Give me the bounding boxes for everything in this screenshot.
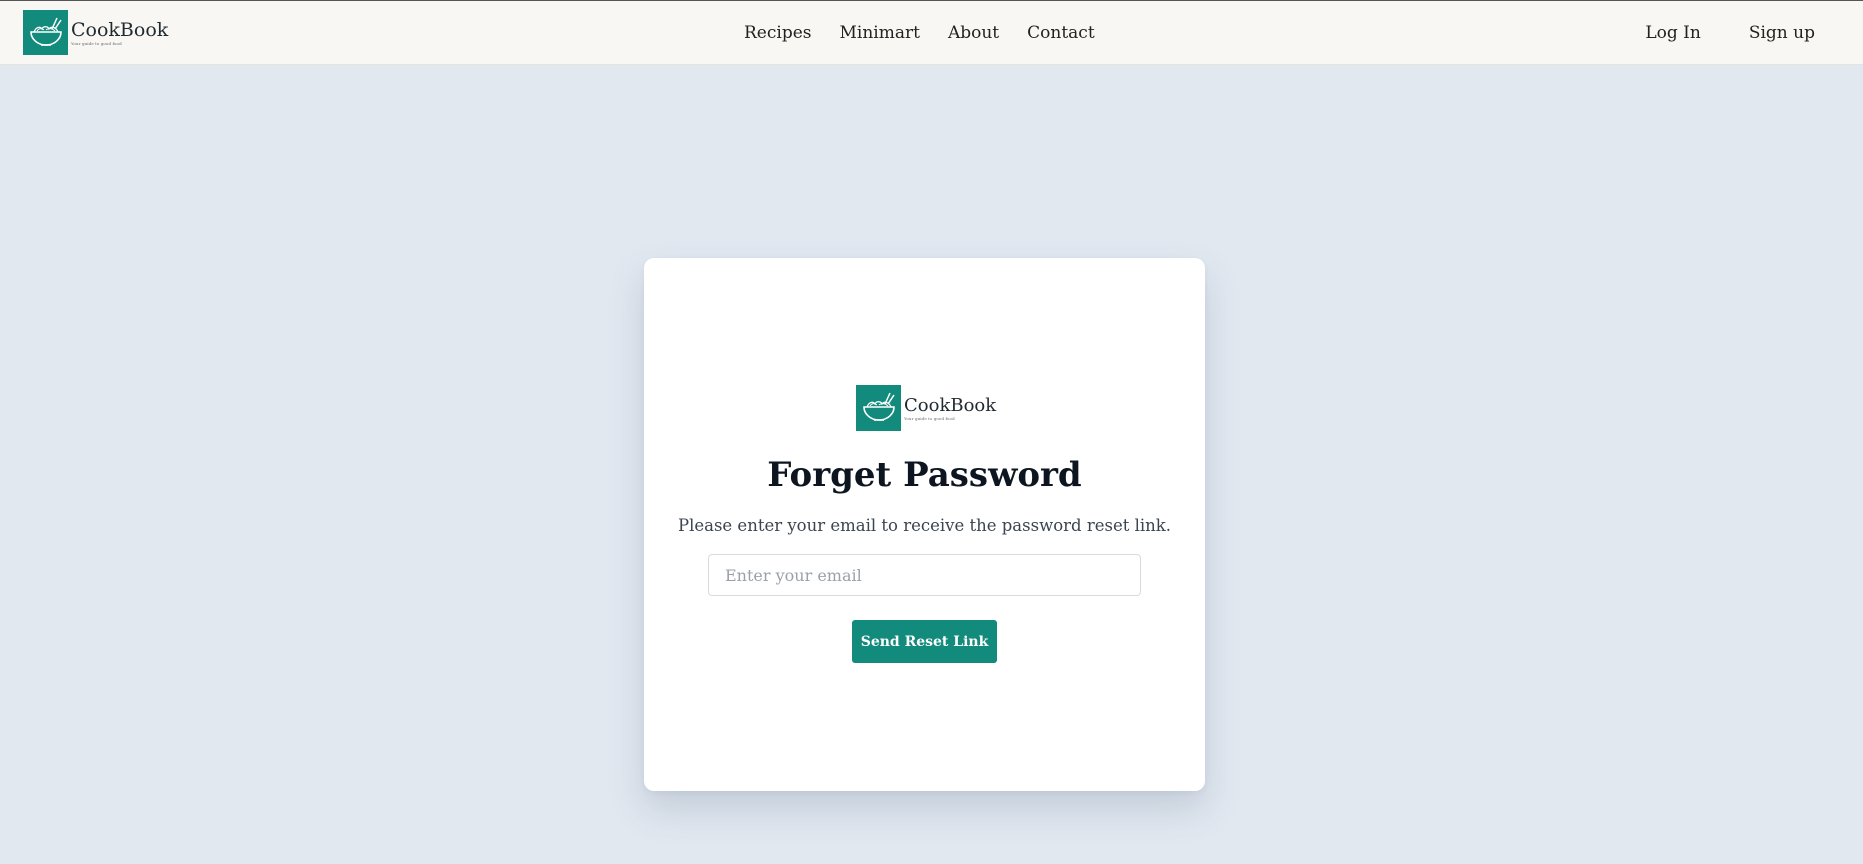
login-link[interactable]: Log In [1645,23,1700,43]
bowl-with-chopsticks-icon [23,10,68,55]
nav-link-about[interactable]: About [948,23,999,43]
main-nav: Recipes Minimart About Contact [744,23,1095,43]
nav-link-contact[interactable]: Contact [1027,23,1095,43]
nav-link-minimart[interactable]: Minimart [840,23,920,43]
bowl-with-chopsticks-icon [856,385,901,431]
brand-name: CookBook [71,19,169,41]
signup-link[interactable]: Sign up [1749,23,1815,43]
email-input[interactable] [708,554,1141,596]
send-reset-link-button[interactable]: Send Reset Link [852,620,997,663]
card-brand-name: CookBook [904,395,997,416]
brand-tagline: Your guide to good food [71,40,122,46]
top-navbar: CookBook Your guide to good food Recipes… [0,0,1863,65]
instructions-text: Please enter your email to receive the p… [677,516,1172,535]
forget-password-card: CookBook Your guide to good food Forget … [644,258,1205,791]
nav-link-recipes[interactable]: Recipes [744,23,812,43]
page-title: Forget Password [767,455,1082,495]
card-brand-logo: CookBook Your guide to good food [856,385,996,431]
brand-logo-link[interactable]: CookBook Your guide to good food [23,10,168,55]
auth-links: Log In Sign up [1645,23,1815,43]
card-brand-tagline: Your guide to good food [904,415,955,421]
